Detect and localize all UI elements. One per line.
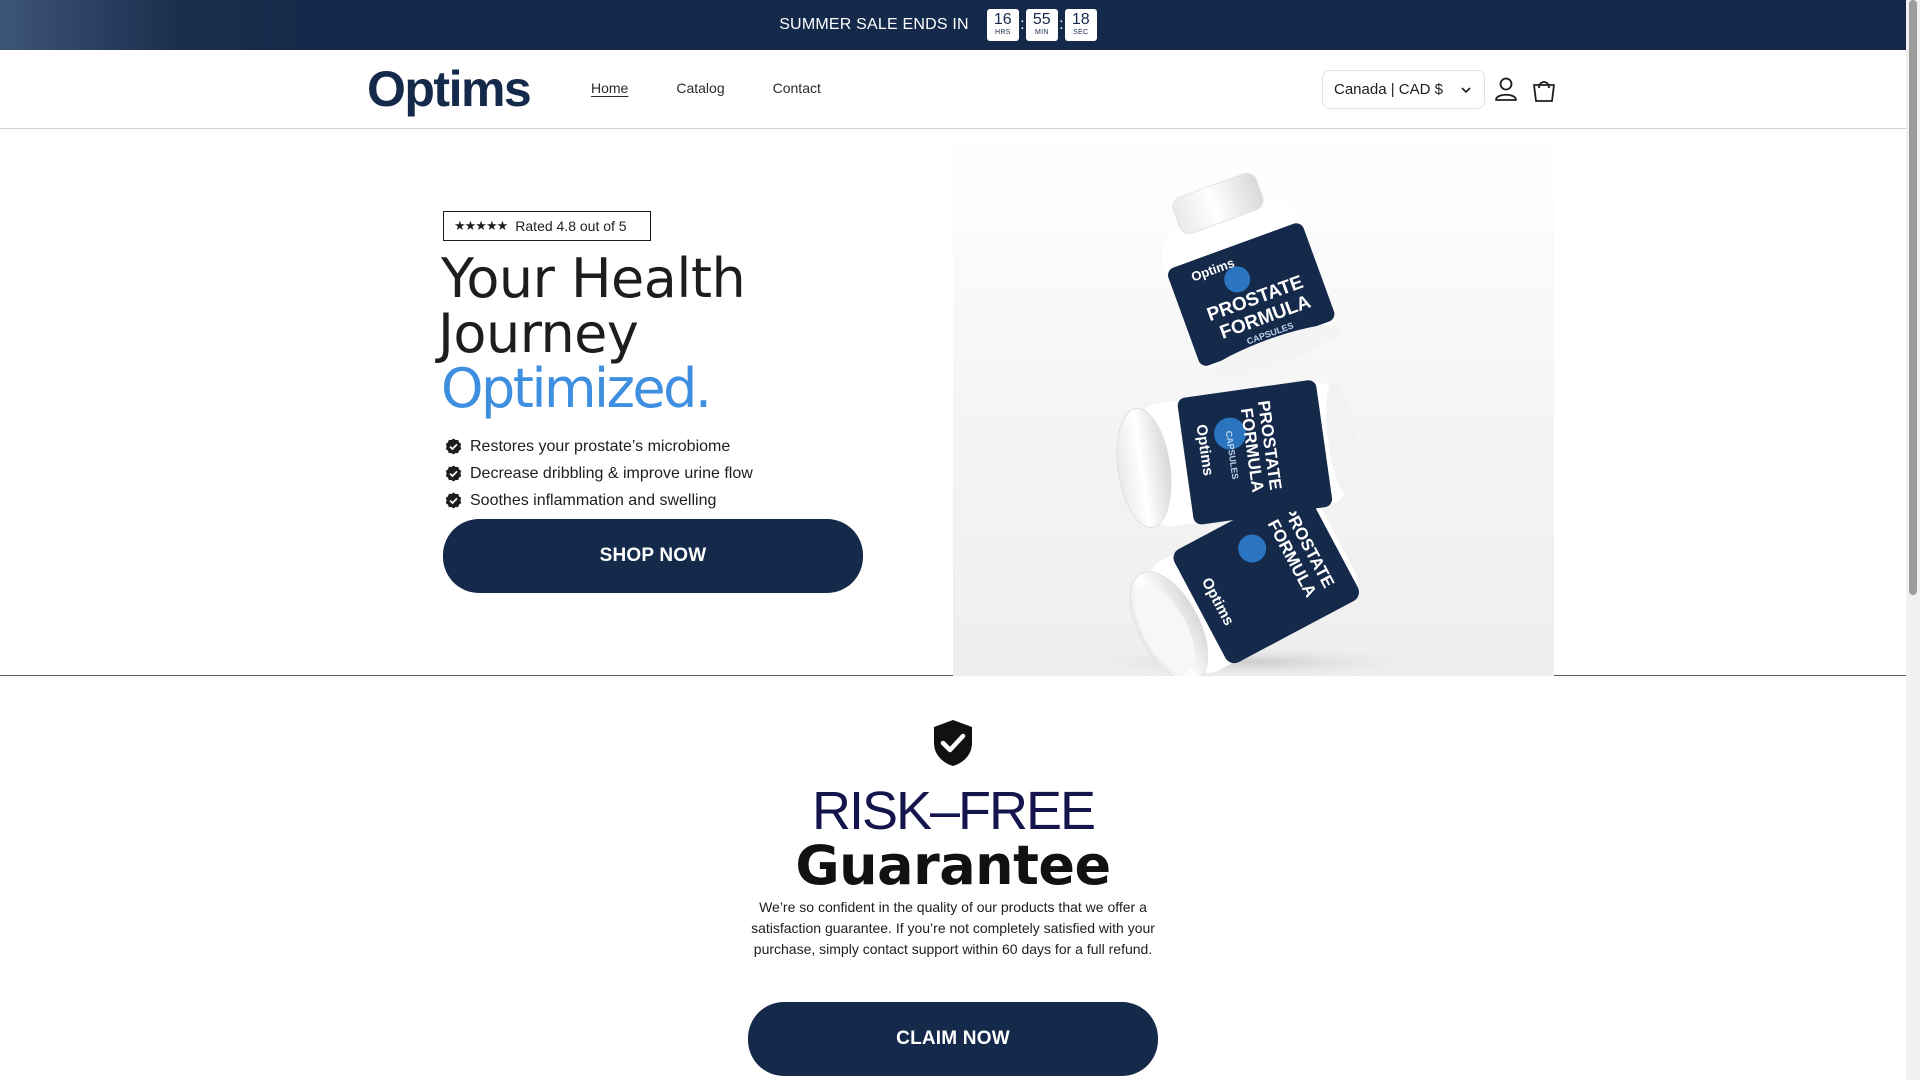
benefit-item: Soothes inflammation and swelling	[445, 487, 753, 514]
check-badge-icon	[445, 465, 462, 482]
chevron-down-icon	[1456, 80, 1476, 104]
currency-selector[interactable]: Canada | CAD $	[1322, 70, 1485, 109]
rating-stars: ★★★★★	[454, 218, 508, 233]
countdown-minutes-value: 55	[1032, 11, 1051, 28]
site-header: Optims Home Catalog Contact Canada | CAD…	[0, 50, 1906, 129]
nav-catalog[interactable]: Catalog	[676, 80, 724, 96]
benefit-text: Decrease dribbling & improve urine flow	[470, 464, 753, 482]
guarantee-body: We’re so confident in the quality of our…	[751, 899, 1155, 957]
shop-now-button[interactable]: SHOP NOW	[443, 519, 863, 593]
nav-contact[interactable]: Contact	[773, 80, 821, 96]
headline-line1: Your Health	[441, 247, 746, 310]
countdown-hours-unit: HRS	[994, 29, 1011, 36]
benefit-item: Decrease dribbling & improve urine flow	[445, 460, 753, 487]
logo[interactable]: Optims	[367, 60, 532, 118]
main-nav: Home Catalog Contact	[591, 80, 869, 96]
cart-icon[interactable]	[1530, 76, 1558, 109]
hero-section: ★★★★★ Rated 4.8 out of 5 Your Health Jou…	[0, 130, 1906, 676]
check-badge-icon	[445, 492, 462, 509]
countdown-hours: 16 HRS	[986, 9, 1019, 41]
countdown-hours-value: 16	[993, 11, 1012, 28]
announcement-text: SUMMER SALE ENDS IN	[779, 16, 969, 33]
countdown-separator: :	[1059, 16, 1064, 33]
countdown-minutes: 55 MIN	[1025, 9, 1058, 41]
announcement-bar: SUMMER SALE ENDS IN 16 HRS : 55 MIN : 18…	[0, 0, 1906, 50]
benefit-list: Restores your prostate’s microbiome Decr…	[445, 433, 753, 514]
hero-headline: Your Health Journey Optimized.	[438, 247, 881, 420]
benefit-item: Restores your prostate’s microbiome	[445, 433, 753, 460]
account-icon[interactable]	[1494, 76, 1518, 107]
headline-accent: Optimized.	[441, 357, 712, 420]
bottle-top: Optims PROSTATE FORMULA CAPSULES	[1161, 172, 1341, 381]
page-scrollbar[interactable]	[1906, 0, 1920, 1080]
headline-line2: Journey	[438, 302, 639, 365]
countdown-separator: :	[1020, 16, 1025, 33]
benefit-text: Restores your prostate’s microbiome	[470, 437, 731, 455]
product-image: Optims PROSTATE FORMULA Optims PROSTATE …	[953, 132, 1554, 676]
claim-now-button[interactable]: CLAIM NOW	[748, 1002, 1158, 1076]
countdown-seconds-value: 18	[1071, 11, 1090, 28]
bottle-middle: Optims PROSTATE FORMULA CAPSULES	[1116, 380, 1359, 528]
guarantee-title-line1: RISK–FREE	[811, 781, 1096, 841]
rating-badge: ★★★★★ Rated 4.8 out of 5	[443, 211, 651, 241]
currency-label: Canada | CAD $	[1334, 81, 1443, 98]
benefit-text: Soothes inflammation and swelling	[470, 491, 717, 509]
rating-text: Rated 4.8 out of 5	[515, 218, 627, 234]
countdown-seconds: 18 SEC	[1064, 9, 1097, 41]
guarantee-title-line2: Guarantee	[795, 834, 1111, 897]
nav-home[interactable]: Home	[591, 80, 628, 96]
countdown-minutes-unit: MIN	[1034, 29, 1049, 36]
countdown-seconds-unit: SEC	[1073, 29, 1089, 36]
scrollbar-thumb[interactable]	[1909, 0, 1917, 595]
shield-check-icon	[932, 719, 974, 772]
check-badge-icon	[445, 438, 462, 455]
